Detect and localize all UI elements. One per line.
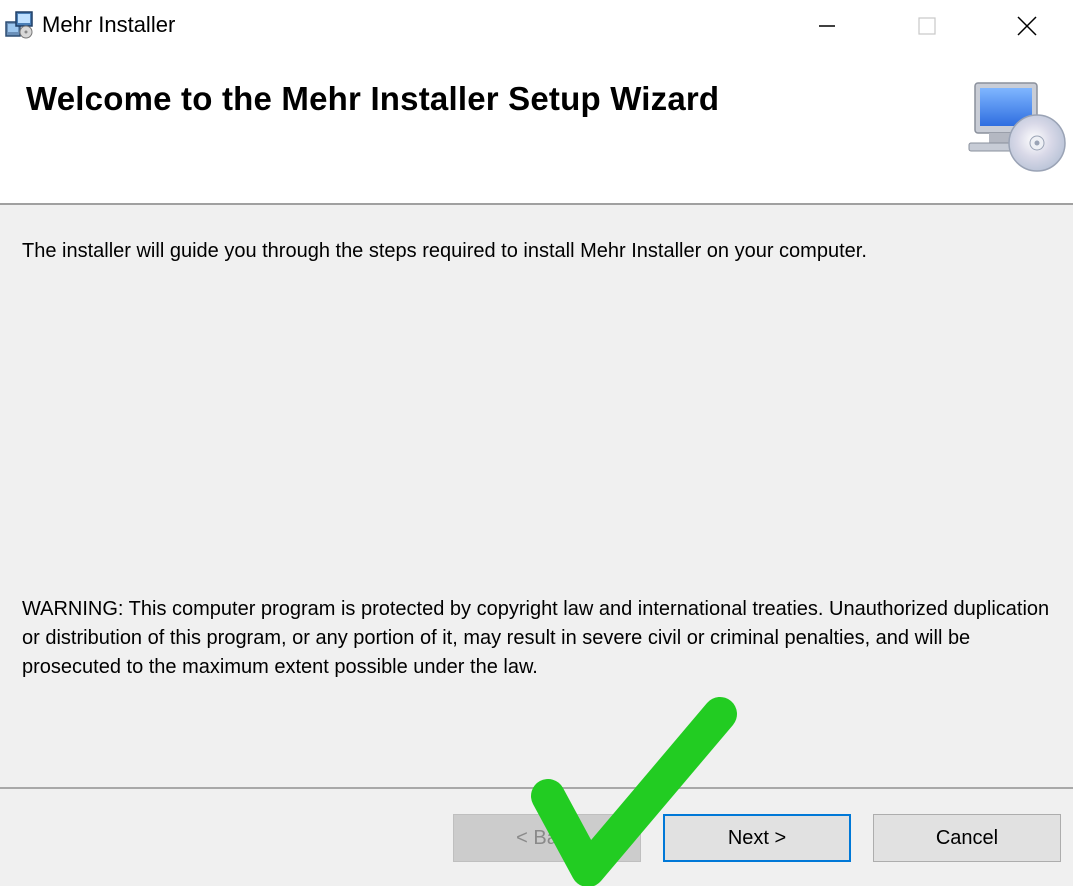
copyright-warning: WARNING: This computer program is protec… [22,598,1050,678]
maximize-button[interactable] [892,0,962,52]
computer-cd-icon [968,82,1066,172]
wizard-banner: Welcome to the Mehr Installer Setup Wiza… [0,52,1073,203]
close-button[interactable] [992,0,1062,52]
green-checkmark-icon [531,697,737,886]
installer-app-icon [5,11,33,39]
banner-divider [0,203,1073,205]
close-icon [1017,16,1037,36]
maximize-icon [918,17,936,35]
cancel-button[interactable]: Cancel [873,814,1061,862]
title-bar: Mehr Installer [0,0,1073,52]
page-title: Welcome to the Mehr Installer Setup Wiza… [26,80,720,117]
intro-text: The installer will guide you through the… [22,240,867,262]
minimize-button[interactable] [792,0,862,52]
window-title: Mehr Installer [42,12,176,37]
minimize-icon [819,25,835,27]
